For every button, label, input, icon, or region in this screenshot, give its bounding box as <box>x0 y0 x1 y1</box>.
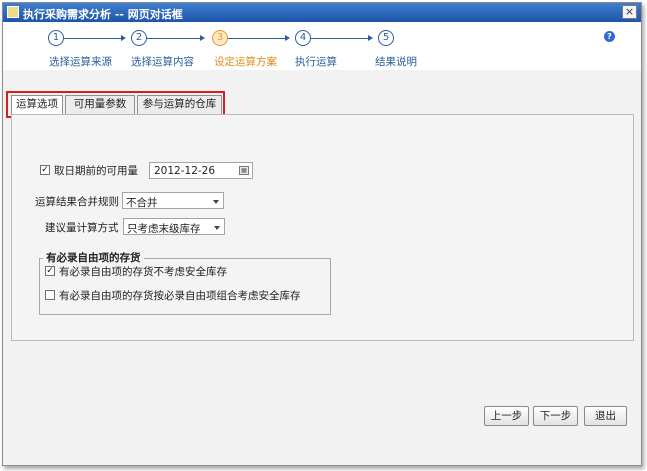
free-item-option-2-checkbox[interactable] <box>45 290 55 300</box>
step-3-icon: 3 <box>212 30 228 46</box>
suggest-method-label: 建议量计算方式 <box>45 222 119 234</box>
step-connector <box>64 38 122 39</box>
app-icon <box>7 6 19 18</box>
merge-rule-value: 不合并 <box>126 197 158 209</box>
step-arrow-icon <box>121 35 126 41</box>
step-4-icon: 4 <box>295 30 311 46</box>
title-bar[interactable]: 执行采购需求分析 -- 网页对话框 × <box>3 3 641 22</box>
date-input[interactable]: 2012-12-26 ▦ <box>149 162 253 179</box>
step-connector <box>311 38 369 39</box>
wizard-steps: 1 2 3 4 5 选择运算来源 选择运算内容 设定运算方案 执行运算 结果说明… <box>3 22 641 70</box>
step-4-label: 执行运算 <box>295 56 337 68</box>
window-title: 执行采购需求分析 -- 网页对话框 <box>23 8 183 21</box>
free-item-option-1-checkbox[interactable]: ✓ <box>45 266 55 276</box>
step-3-label: 设定运算方案 <box>214 56 277 68</box>
date-option-label: 取日期前的可用量 <box>54 165 138 177</box>
free-item-option-1-label: 有必录自由项的存货不考虑安全库存 <box>59 266 227 278</box>
calendar-icon[interactable]: ▦ <box>239 166 249 175</box>
step-1-label: 选择运算来源 <box>49 56 112 68</box>
step-2-icon: 2 <box>131 30 147 46</box>
step-5-icon: 5 <box>378 30 394 46</box>
merge-rule-label: 运算结果合并规则 <box>35 196 119 208</box>
step-5-label: 结果说明 <box>375 56 417 68</box>
step-arrow-icon <box>368 35 373 41</box>
step-connector <box>228 38 286 39</box>
next-button[interactable]: 下一步 <box>533 406 578 426</box>
suggest-method-select[interactable]: 只考虑末级库存 <box>123 218 225 235</box>
step-2-label: 选择运算内容 <box>131 56 194 68</box>
close-button[interactable]: × <box>622 5 637 19</box>
dialog-content: 1 2 3 4 5 选择运算来源 选择运算内容 设定运算方案 执行运算 结果说明… <box>3 22 641 465</box>
chevron-down-icon <box>213 200 219 204</box>
date-option-checkbox[interactable]: ✓ <box>40 165 50 175</box>
dialog-window: 执行采购需求分析 -- 网页对话框 × 1 2 3 4 5 选择运算来源 选择运… <box>2 2 642 466</box>
merge-rule-select[interactable]: 不合并 <box>122 192 224 209</box>
step-arrow-icon <box>285 35 290 41</box>
step-arrow-icon <box>200 35 205 41</box>
free-item-option-2-label: 有必录自由项的存货按必录自由项组合考虑安全库存 <box>59 290 301 302</box>
step-1-icon: 1 <box>48 30 64 46</box>
chevron-down-icon <box>214 226 220 230</box>
suggest-method-value: 只考虑末级库存 <box>127 223 201 235</box>
exit-button[interactable]: 退出 <box>584 406 627 426</box>
prev-button[interactable]: 上一步 <box>484 406 529 426</box>
help-icon[interactable]: ? <box>604 31 615 42</box>
free-item-group-title: 有必录自由项的存货 <box>43 250 144 265</box>
date-value: 2012-12-26 <box>154 165 216 177</box>
step-connector <box>147 38 201 39</box>
